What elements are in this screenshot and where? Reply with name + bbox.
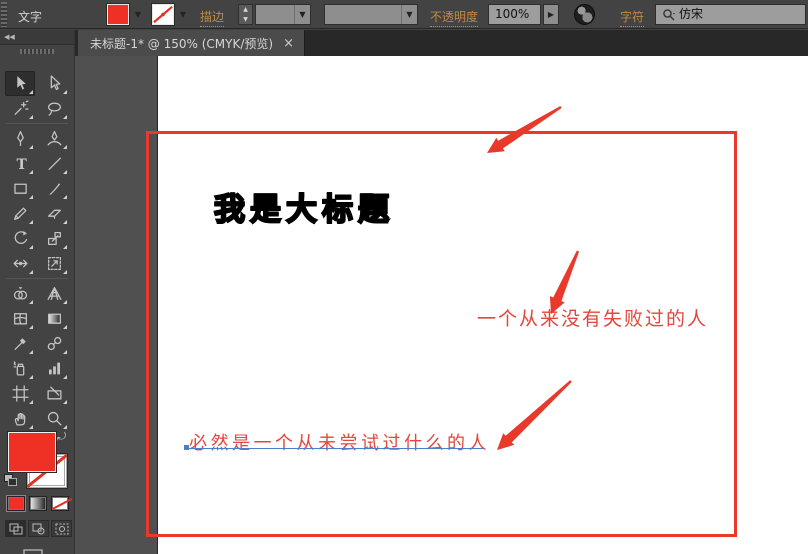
stroke-color-swatch[interactable] [151,3,175,26]
draw-behind-button[interactable] [28,520,49,537]
recolor-artwork-icon[interactable] [574,4,595,25]
stroke-link[interactable]: 描边 [200,8,225,27]
opacity-input[interactable]: 100% [488,4,541,25]
tool-slice-tool[interactable] [39,381,69,406]
variable-width-dropdown[interactable]: ▼ [324,4,418,25]
tool-lasso-tool[interactable] [39,96,69,121]
tool-rectangle-tool[interactable] [5,176,35,201]
tool-magic-wand-tool[interactable] [5,96,35,121]
tool-artboard-tool[interactable] [5,381,35,406]
tool-blend-tool[interactable] [39,331,69,356]
toolbar-collapse-button[interactable]: ◀◀ [0,30,74,45]
tool-symbol-sprayer-tool[interactable] [5,356,35,381]
tools-grid: T [0,56,74,431]
stroke-weight-stepper[interactable]: ▲ ▼ [238,4,253,25]
draw-normal-button[interactable] [5,520,26,537]
toolbar-grip[interactable] [20,49,54,54]
tool-mesh-tool[interactable] [5,306,35,331]
text-baseline-path[interactable] [186,448,484,449]
tool-paintbrush-tool[interactable] [39,176,69,201]
tool-pen-tool[interactable] [5,126,35,151]
tool-panel: ◀◀ T ⤾ [0,30,75,554]
none-diagonal-icon [153,5,173,24]
font-search-input[interactable]: 仿宋 [655,4,806,25]
swap-fill-stroke-icon[interactable]: ⤾ [57,430,66,444]
canvas-area[interactable]: 我是大标题 一个从来没有失败过的人 必然是一个从未尝试过什么的人 [75,56,808,554]
red-text-line-1[interactable]: 一个从来没有失败过的人 [477,304,708,331]
tool-column-graph-tool[interactable] [39,356,69,381]
tool-rotate-tool[interactable] [5,226,35,251]
opacity-menu-button[interactable]: ▶ [543,4,559,25]
svg-text:T: T [16,157,27,172]
fill-color-swatch[interactable] [106,3,130,26]
stroke-weight-dropdown[interactable]: ▼ [255,4,311,25]
screen-mode-button[interactable] [20,546,54,554]
fill-color-dropdown[interactable]: ▼ [130,4,146,25]
stroke-color-dropdown[interactable]: ▼ [175,4,191,25]
tool-selection-tool[interactable] [5,71,35,96]
headline-text[interactable]: 我是大标题 [213,184,394,229]
draw-inside-button[interactable] [51,520,72,537]
fill-proxy-swatch[interactable] [7,431,57,473]
context-label: 文字 [18,10,43,24]
drawing-mode-buttons [0,520,75,537]
gradient-button[interactable] [29,496,47,511]
tool-shape-builder-tool[interactable] [5,281,35,306]
tool-type-tool[interactable]: T [5,151,35,176]
tool-hand-tool[interactable] [5,406,35,431]
tool-group-separator [6,278,68,279]
opacity-link[interactable]: 不透明度 [430,8,479,27]
tab-bar: 未标题-1* @ 150% (CMYK/预览) × [75,30,808,56]
chevron-down-icon: ▼ [401,5,417,24]
default-fill-stroke-icon[interactable] [4,474,18,486]
control-bar: 文字 ▼ ▼ 描边 ▲ ▼ ▼ ▼ 不透明度 100% ▶ 字符 仿宋 [0,0,808,29]
fill-stroke-proxy: ⤾ [0,430,75,494]
tool-pencil-tool[interactable] [5,201,35,226]
character-link[interactable]: 字符 [620,8,645,27]
tool-perspective-grid-tool[interactable] [39,281,69,306]
tool-scale-tool[interactable] [39,226,69,251]
color-mode-buttons [0,495,75,512]
tool-eyedropper-tool[interactable] [5,331,35,356]
anchor-point[interactable] [184,445,189,450]
red-text-line-2[interactable]: 必然是一个从未尝试过什么的人 [189,429,490,455]
color-button[interactable] [6,495,26,512]
chevron-down-icon: ▼ [294,5,310,24]
tool-group-separator [6,123,68,124]
none-button[interactable] [51,496,69,511]
tool-gradient-tool[interactable] [39,306,69,331]
tool-width-tool[interactable] [5,251,35,276]
document-tab-title: 未标题-1* @ 150% (CMYK/预览) [90,36,274,51]
search-icon [663,8,675,20]
tool-line-segment-tool[interactable] [39,151,69,176]
panel-grip[interactable] [1,2,7,27]
tool-free-transform-tool[interactable] [39,251,69,276]
tool-curvature-tool[interactable] [39,126,69,151]
font-name-value: 仿宋 [679,7,704,21]
tool-zoom-tool[interactable] [39,406,69,431]
close-icon[interactable]: × [283,37,294,50]
screen-mode-icon [23,549,43,554]
tool-direct-selection-tool[interactable] [39,71,69,96]
tool-eraser-tool[interactable] [39,201,69,226]
document-tab[interactable]: 未标题-1* @ 150% (CMYK/预览) × [78,30,305,56]
